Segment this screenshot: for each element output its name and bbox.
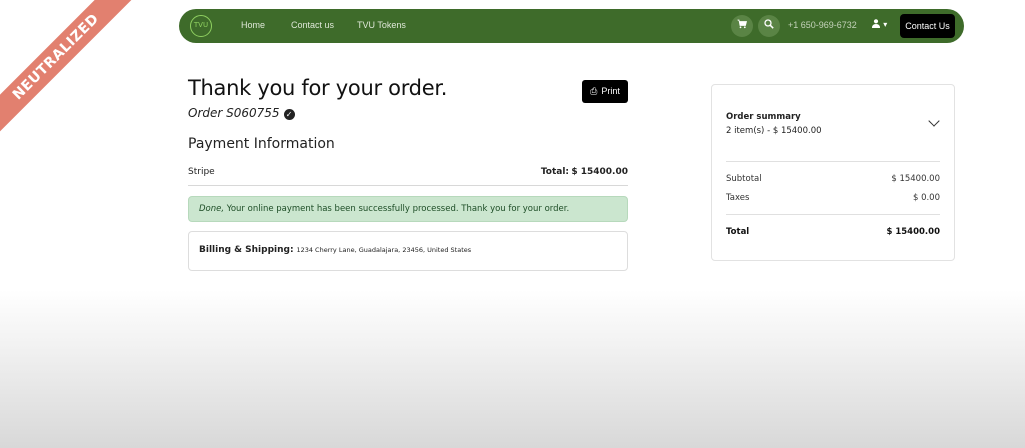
summary-items: 2 item(s) - $ 15400.00: [726, 126, 822, 136]
printer-icon: ⎙: [590, 86, 598, 96]
total-row: Total $ 15400.00: [726, 227, 940, 237]
payment-method: Stripe: [188, 167, 215, 177]
nav-contact-link[interactable]: Contact us: [291, 20, 334, 30]
subtotal-row: Subtotal $ 15400.00: [726, 174, 940, 184]
payment-total-label: Total:: [540, 167, 569, 177]
cart-icon: [737, 19, 748, 29]
payment-section-title: Payment Information: [188, 136, 335, 152]
taxes-label: Taxes: [726, 193, 750, 203]
summary-title: Order summary: [726, 112, 801, 122]
payment-row: Stripe Total: $ 15400.00: [188, 162, 628, 186]
logo[interactable]: TVU: [190, 15, 212, 37]
search-button[interactable]: [758, 15, 780, 37]
billing-shipping-box: Billing & Shipping: 1234 Cherry Lane, Gu…: [188, 231, 628, 271]
order-number: Order S060755 ✓: [188, 106, 295, 120]
taxes-value: $ 0.00: [912, 193, 940, 203]
alert-message: Your online payment has been successfull…: [224, 204, 570, 214]
print-button[interactable]: ⎙ Print: [582, 80, 628, 103]
total-label: Total: [726, 227, 750, 237]
total-value: $ 15400.00: [886, 227, 940, 237]
nav-home-link[interactable]: Home: [241, 20, 265, 30]
user-icon: [872, 19, 880, 28]
nav-tokens-link[interactable]: TVU Tokens: [357, 20, 406, 30]
billing-label: Billing & Shipping:: [199, 245, 294, 255]
ribbon-text: NEUTRALIZED: [0, 0, 136, 137]
order-summary-card: Order summary 2 item(s) - $ 15400.00 Sub…: [711, 84, 955, 261]
page-title: Thank you for your order.: [188, 76, 448, 100]
success-alert: Done, Your online payment has been succe…: [188, 196, 628, 222]
top-navbar: TVU Home Contact us TVU Tokens +1 650-96…: [179, 9, 964, 43]
user-menu[interactable]: ▾: [872, 19, 887, 30]
chevron-down-icon: ▾: [883, 20, 888, 29]
chevron-down-icon[interactable]: [928, 115, 940, 127]
contact-us-button[interactable]: Contact Us: [900, 14, 955, 38]
print-label: Print: [601, 86, 620, 96]
phone-number[interactable]: +1 650-969-6732: [788, 20, 857, 30]
summary-divider: [726, 161, 940, 162]
order-number-label: Order S060755: [188, 106, 280, 120]
alert-prefix: Done,: [199, 204, 225, 214]
subtotal-value: $ 15400.00: [891, 174, 940, 184]
billing-address: 1234 Cherry Lane, Guadalajara, 23456, Un…: [296, 246, 472, 254]
check-circle-icon: ✓: [283, 109, 295, 120]
summary-divider: [726, 214, 940, 215]
search-icon: [764, 19, 774, 29]
taxes-row: Taxes $ 0.00: [726, 193, 940, 203]
payment-total-value: $ 15400.00: [571, 167, 628, 177]
watermark-ribbon: NEUTRALIZED: [0, 0, 140, 140]
cart-button[interactable]: [731, 15, 753, 37]
subtotal-label: Subtotal: [726, 174, 762, 184]
